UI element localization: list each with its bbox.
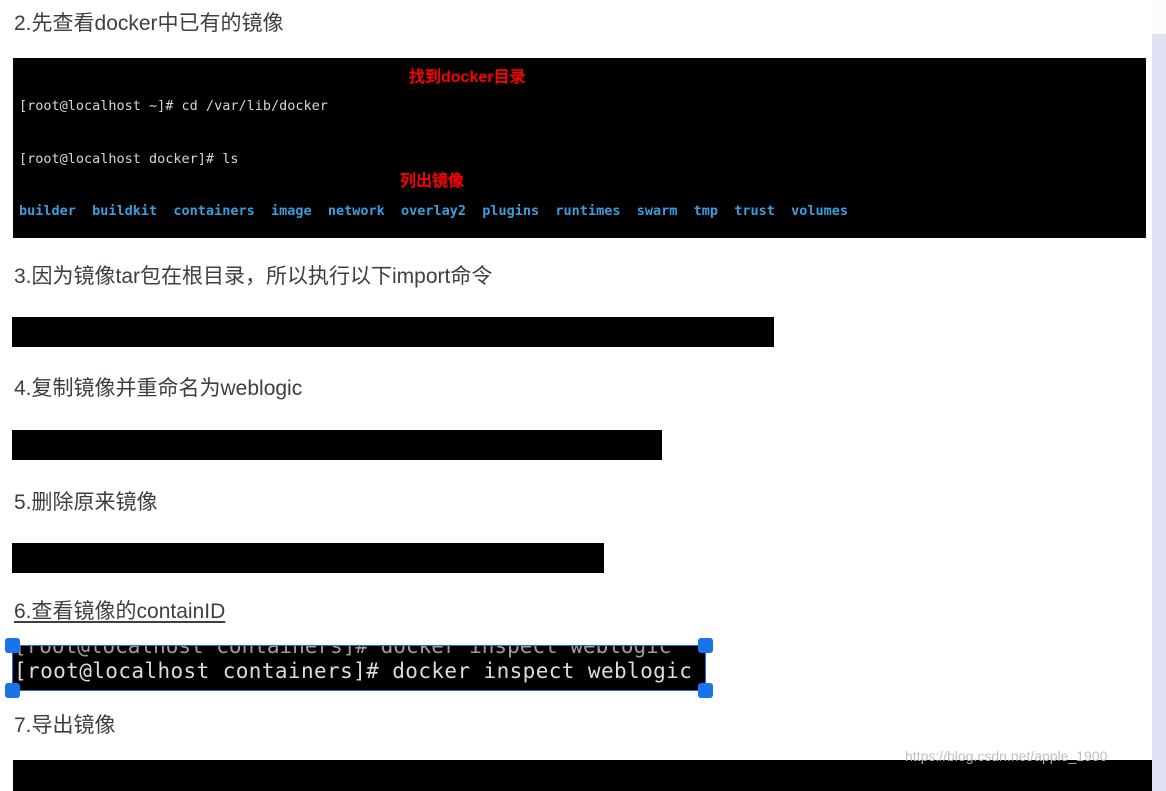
document-canvas: 2.先查看docker中已有的镜像 [root@localhost ~]# cd… — [0, 0, 1152, 791]
terminal-docker-images: [root@localhost ~]# cd /var/lib/docker [… — [13, 58, 1146, 238]
resize-handle-top-right[interactable] — [698, 638, 713, 653]
terminal-line-dir-listing: builder buildkit containers image networ… — [19, 203, 849, 219]
heading-step-4: 4.复制镜像并重命名为weblogic — [14, 377, 303, 400]
page-right-gutter — [1152, 0, 1166, 791]
terminal-line: [root@localhost ~]# cd /var/lib/docker — [19, 98, 328, 114]
resize-handle-bottom-right[interactable] — [698, 683, 713, 698]
annotation-found-docker-dir: 找到docker目录 — [409, 69, 526, 86]
terminal-docker-export: [root@localhost containers]# docker expo… — [13, 760, 1152, 791]
heading-step-6: 6.查看镜像的containID — [14, 600, 226, 623]
annotation-list-images: 列出镜像 — [400, 173, 465, 190]
heading-step-2: 2.先查看docker中已有的镜像 — [14, 12, 284, 35]
heading-step-5: 5.删除原来镜像 — [14, 491, 158, 514]
heading-step-3: 3.因为镜像tar包在根目录，所以执行以下import命令 — [14, 265, 493, 288]
selected-image-container[interactable]: [root@localhost containers]# docker insp… — [5, 638, 713, 698]
terminal-line: [root@localhost docker]# ls — [19, 150, 239, 167]
heading-step-7: 7.导出镜像 — [14, 714, 116, 737]
csdn-watermark: https://blog.csdn.net/apple_1900 — [905, 748, 1108, 764]
page-right-gutter-top — [1152, 0, 1166, 34]
terminal-docker-image-rm: [root@localhost zcy]# docker image rm up… — [12, 543, 604, 573]
terminal-docker-import: [root@localhost zcy]# docker import - up… — [12, 317, 774, 347]
resize-handle-bottom-left[interactable] — [5, 683, 20, 698]
terminal-docker-tag: [root@localhost zcy]# docker tag update … — [12, 430, 662, 460]
selection-frame — [12, 645, 706, 691]
resize-handle-top-left[interactable] — [5, 638, 20, 653]
